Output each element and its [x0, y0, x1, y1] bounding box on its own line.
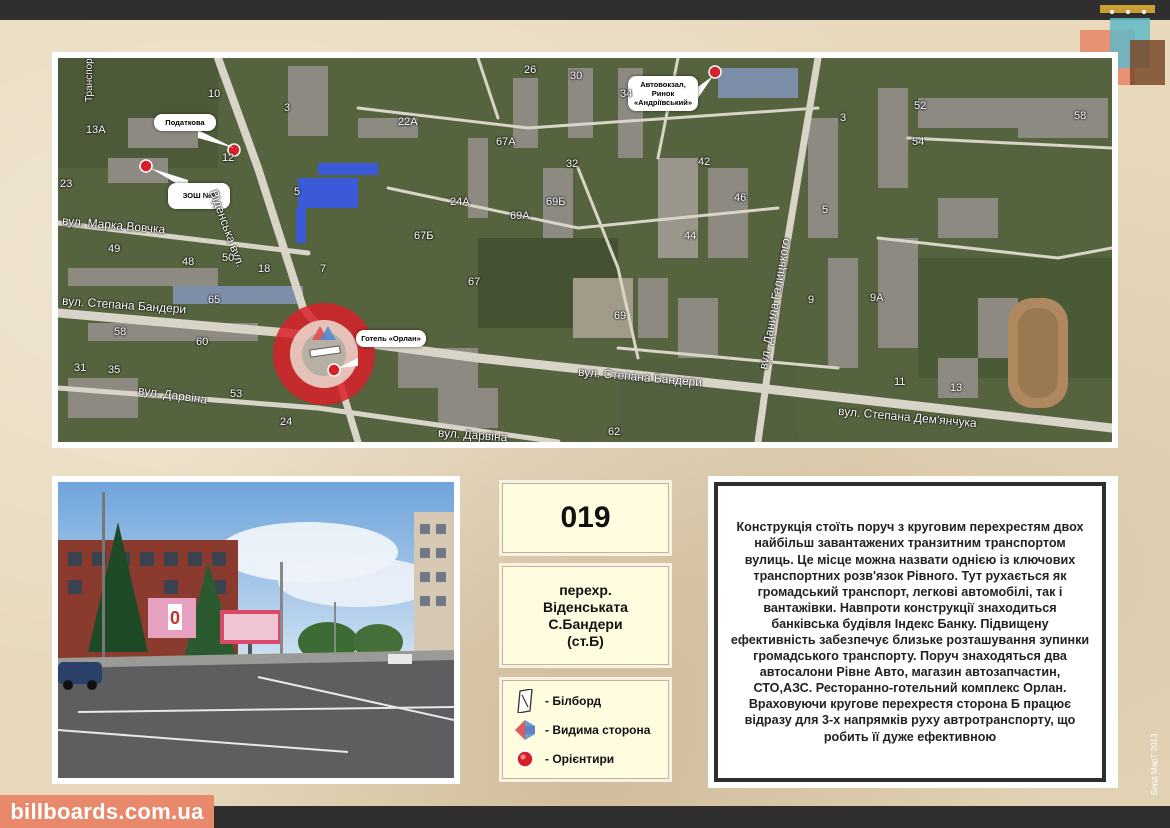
- billboard-code-box: 019: [502, 483, 669, 553]
- legend-item-landmarks: - Орієнтири: [513, 747, 614, 771]
- house-number: 69Б: [546, 196, 566, 208]
- top-bar: [0, 0, 1170, 20]
- legend-label: - Білборд: [545, 694, 602, 708]
- address-line: перехр.: [559, 581, 612, 598]
- description-text: Конструкція стоїть поруч з круговим пере…: [730, 520, 1090, 744]
- legend-label: - Орієнтири: [545, 752, 615, 766]
- house-number: 62: [608, 426, 621, 438]
- house-number: 12: [222, 152, 235, 164]
- house-number: 32: [566, 158, 579, 170]
- house-number: 34: [620, 88, 633, 100]
- visible-side-arrow-icon: [513, 718, 537, 742]
- billboard-icon: [513, 689, 537, 713]
- description-frame: Конструкція стоїть поруч з круговим пере…: [714, 482, 1106, 782]
- house-number: 13А: [86, 124, 106, 136]
- brand-site-link[interactable]: billboards.com.ua: [0, 795, 214, 828]
- callout-tax-office: Податкова: [154, 114, 216, 131]
- billboard-code: 019: [560, 501, 611, 534]
- street-scene: 0: [58, 482, 454, 778]
- house-number: 46: [734, 192, 747, 204]
- house-number: 42: [698, 156, 711, 168]
- street-transportna: Транспортна: [84, 58, 95, 102]
- house-number: 26: [524, 64, 537, 76]
- copyright-text: Борд МарТ 2013: [1150, 733, 1159, 795]
- house-number: 60: [196, 336, 209, 348]
- street-photo-image: 0: [58, 482, 454, 778]
- house-number: 67: [468, 276, 481, 288]
- billboard-digit: 0: [170, 608, 180, 628]
- location-map: Податкова ЗОШ №9 Автовокзал, Ринок «Андр…: [52, 52, 1118, 448]
- house-number: 53: [230, 388, 243, 400]
- house-number: 18: [258, 263, 271, 275]
- callout-bus-station: Автовокзал, Ринок «Андріївський»: [628, 76, 698, 111]
- house-number: 3: [840, 112, 847, 124]
- landmark-marker-icon: [513, 747, 537, 771]
- satellite-map: Податкова ЗОШ №9 Автовокзал, Ринок «Андр…: [58, 58, 1112, 442]
- house-number: 24: [280, 416, 293, 428]
- house-number: 7: [320, 263, 327, 275]
- address-line: С.Бандери: [548, 615, 623, 632]
- house-number: 23: [60, 178, 73, 190]
- callout-hotel: Готель «Орлан»: [356, 330, 426, 347]
- callout-bus-station-label: Автовокзал, Ринок «Андріївський»: [633, 80, 692, 107]
- address-line: (ст.Б): [567, 632, 604, 649]
- house-number: 10: [208, 88, 221, 100]
- address-box: перехр. Віденськата С.Бандери (ст.Б): [502, 566, 669, 665]
- house-number: 11: [894, 376, 906, 388]
- street-photo: 0: [52, 476, 460, 784]
- house-number: 50: [222, 252, 235, 264]
- house-number: 69: [614, 310, 627, 322]
- legend-item-billboard: - Білборд: [513, 689, 601, 713]
- house-number: 22А: [398, 116, 418, 128]
- house-number: 13: [950, 382, 963, 394]
- house-number: 31: [74, 362, 87, 374]
- house-number: 49: [108, 243, 121, 255]
- house-number: 30: [570, 70, 583, 82]
- house-number: 67А: [496, 136, 516, 148]
- callout-tax-label: Податкова: [165, 118, 205, 127]
- legend-box: - Білборд - Видима сторона - Орієнтири: [502, 680, 669, 779]
- house-number: 65: [208, 294, 221, 306]
- description-panel: Конструкція стоїть поруч з круговим пере…: [708, 476, 1118, 788]
- house-number: 5: [822, 204, 829, 216]
- address-line: Віденськата: [543, 598, 628, 615]
- house-number: 52: [914, 100, 927, 112]
- house-number: 35: [108, 364, 121, 376]
- legend-label: - Видима сторона: [545, 723, 651, 737]
- house-number: 5: [294, 186, 301, 198]
- house-number: 58: [1074, 110, 1087, 122]
- house-number: 3: [284, 102, 291, 114]
- callout-hotel-label: Готель «Орлан»: [361, 334, 421, 343]
- legend-item-visible-side: - Видима сторона: [513, 718, 650, 742]
- house-number: 69А: [510, 210, 530, 222]
- house-number: 9А: [870, 292, 884, 304]
- house-number: 9: [808, 294, 815, 306]
- house-number: 24А: [450, 196, 470, 208]
- house-number: 48: [182, 256, 195, 268]
- house-number: 54: [912, 136, 925, 148]
- house-number: 67Б: [414, 230, 434, 242]
- house-number: 44: [684, 230, 697, 242]
- house-number: 58: [114, 326, 127, 338]
- address-text: перехр. Віденськата С.Бандери (ст.Б): [543, 582, 628, 650]
